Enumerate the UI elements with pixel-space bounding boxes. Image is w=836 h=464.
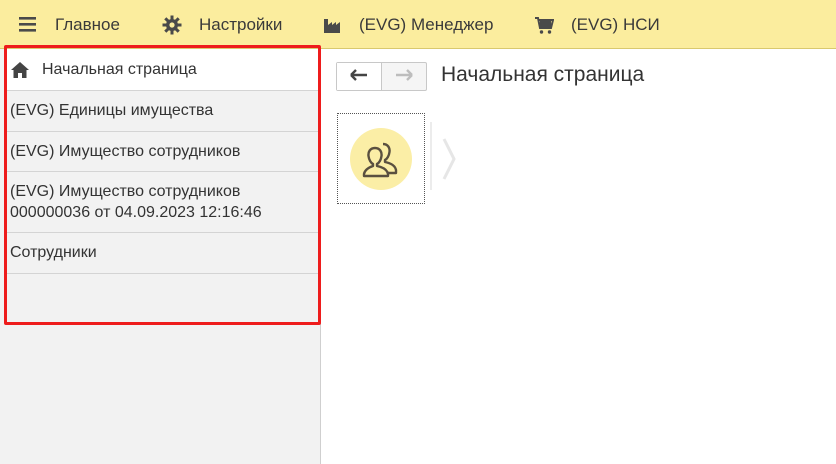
back-button[interactable] xyxy=(337,63,382,90)
hamburger-icon xyxy=(18,15,38,35)
sidebar-item-employee-property[interactable]: (EVG) Имущество сотрудников xyxy=(5,132,318,172)
open-windows-panel: Начальная страница (EVG) Единицы имущест… xyxy=(0,49,321,464)
employees-tile-circle xyxy=(350,128,412,190)
employees-icon xyxy=(362,142,398,178)
gear-icon xyxy=(162,15,182,35)
menu-evg-manager-label: (EVG) Менеджер xyxy=(359,14,494,34)
arrow-right-icon xyxy=(395,68,413,86)
sidebar-item-label: (EVG) Имущество сотрудников xyxy=(10,142,241,160)
sidebar-item-home[interactable]: Начальная страница xyxy=(5,49,318,91)
tile-divider xyxy=(430,122,432,190)
page-title: Начальная страница xyxy=(441,63,645,86)
top-menu-bar: Главное Настройки (EVG) Менеджер (EVG) Н… xyxy=(0,0,836,49)
sidebar-item-property-units[interactable]: (EVG) Единицы имущества xyxy=(5,91,318,132)
arrow-left-icon xyxy=(349,68,368,86)
employees-tile[interactable] xyxy=(337,113,425,204)
menu-main[interactable]: Главное xyxy=(18,0,120,49)
menu-settings-label: Настройки xyxy=(199,14,283,34)
sidebar-item-label-line2: 000000036 от 04.09.2023 12:16:46 xyxy=(10,204,262,221)
history-nav-buttons xyxy=(336,62,427,91)
sidebar-item-label: (EVG) Единицы имущества xyxy=(10,102,214,119)
sidebar-item-employee-property-document[interactable]: (EVG) Имущество сотрудников 000000036 от… xyxy=(5,172,318,233)
menu-main-label: Главное xyxy=(55,14,120,34)
sidebar-item-label: Начальная страница xyxy=(42,60,197,78)
menu-evg-manager[interactable]: (EVG) Менеджер xyxy=(322,0,493,49)
menu-evg-nsi-label: (EVG) НСИ xyxy=(571,14,660,34)
home-icon xyxy=(10,61,30,79)
chevron-right-icon[interactable] xyxy=(441,137,457,186)
forward-button[interactable] xyxy=(382,63,427,90)
sidebar-item-employees[interactable]: Сотрудники xyxy=(5,233,318,274)
sidebar-item-label-line1: (EVG) Имущество сотрудников xyxy=(10,183,241,200)
menu-evg-nsi[interactable]: (EVG) НСИ xyxy=(534,0,660,49)
sidebar-item-label: (EVG) Имущество сотрудников 000000036 от… xyxy=(10,181,262,223)
menu-settings[interactable]: Настройки xyxy=(162,0,282,49)
cart-icon xyxy=(534,15,555,35)
sidebar-item-label: Сотрудники xyxy=(10,244,97,261)
factory-icon xyxy=(322,15,342,35)
